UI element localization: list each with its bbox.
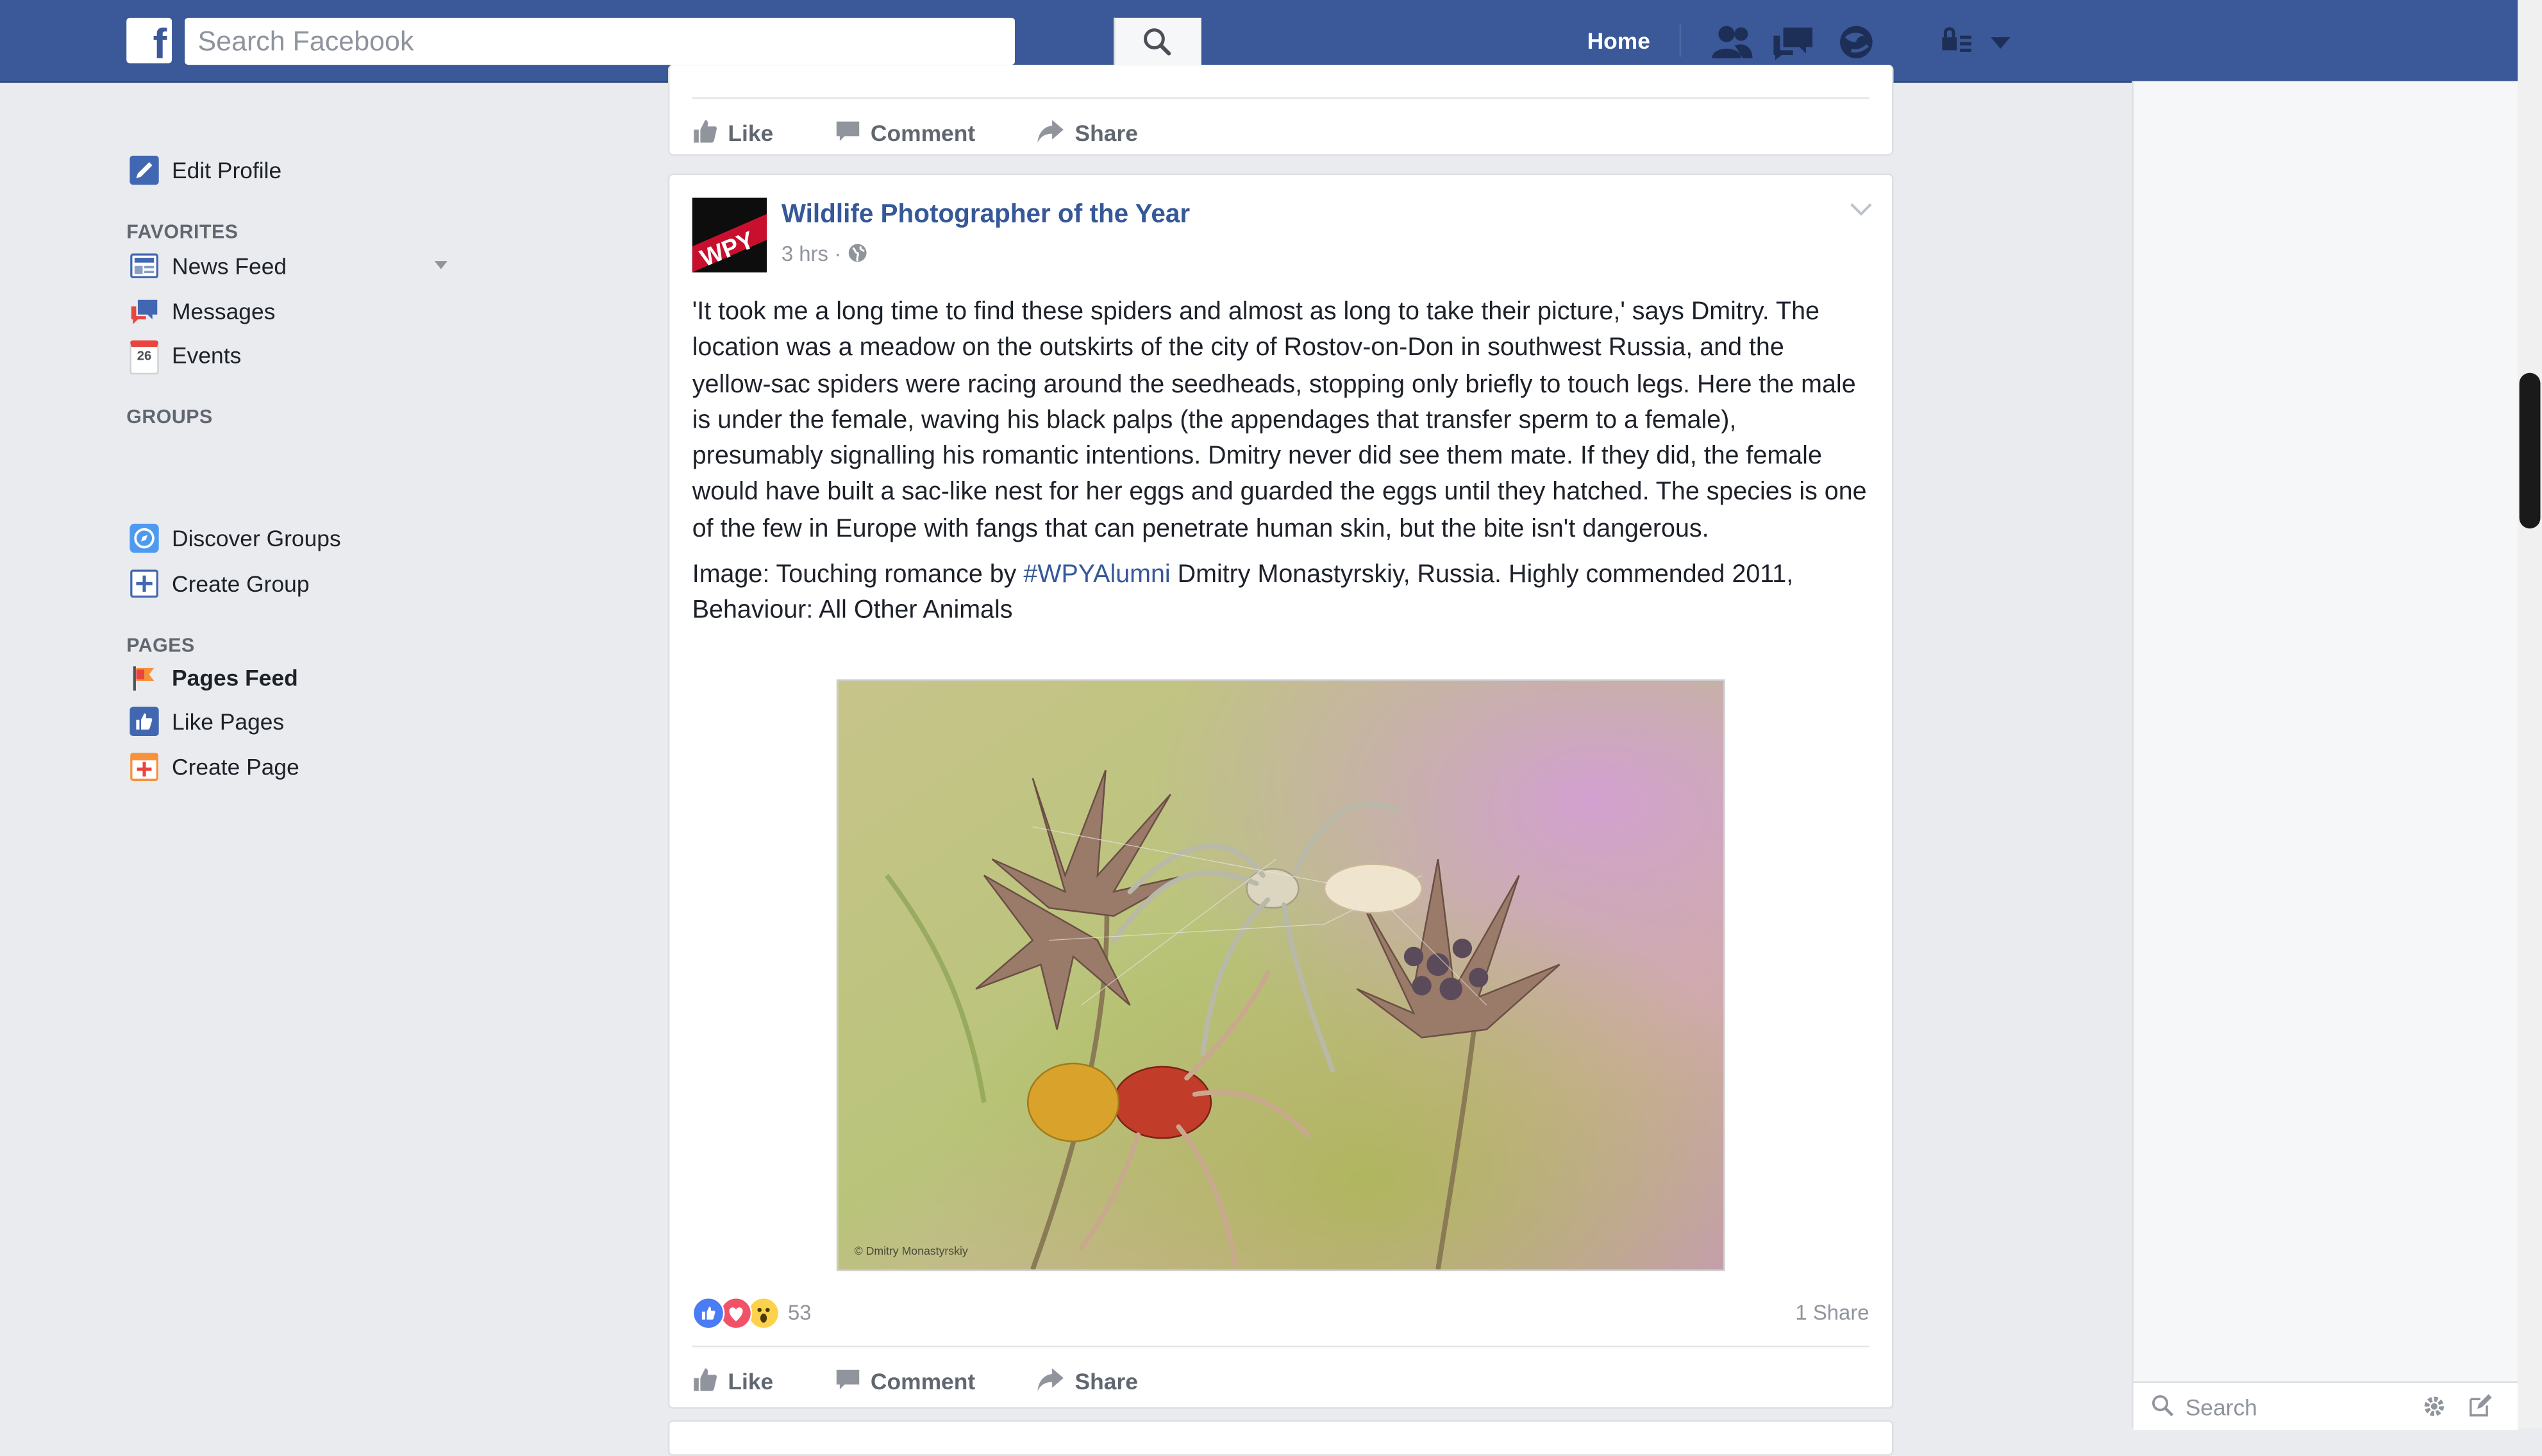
news-feed-icon bbox=[130, 253, 158, 279]
comment-button[interactable]: Comment bbox=[835, 101, 997, 165]
comment-button[interactable]: Comment bbox=[835, 1349, 997, 1414]
chat-search-input[interactable] bbox=[2182, 1389, 2400, 1425]
groups-header: GROUPS bbox=[126, 405, 213, 428]
like-label: Like bbox=[728, 120, 774, 146]
friend-requests-icon[interactable] bbox=[1709, 22, 1754, 62]
post-photo[interactable]: © Dmitry Monastyrskiy bbox=[836, 679, 1725, 1271]
calendar-day: 26 bbox=[137, 348, 152, 364]
divider bbox=[692, 97, 1869, 99]
like-label: Like bbox=[728, 1368, 774, 1394]
plus-icon bbox=[130, 569, 158, 598]
sidebar-item-messages[interactable]: Messages bbox=[126, 294, 458, 330]
flag-icon bbox=[133, 666, 155, 691]
news-feed-options-caret[interactable] bbox=[434, 261, 447, 269]
post-actions-bar: Like Comment Share bbox=[692, 1349, 1869, 1414]
search-icon bbox=[1143, 28, 1171, 56]
scrollbar-thumb[interactable] bbox=[2519, 372, 2541, 529]
post-text: 'It took me a long time to find these sp… bbox=[692, 295, 1869, 630]
post-card: WPY Wildlife Photographer of the Year 3 … bbox=[667, 173, 1894, 1409]
post-options-chevron-icon[interactable] bbox=[1850, 201, 1872, 217]
thumbs-up-icon bbox=[130, 707, 159, 737]
favorites-header: FAVORITES bbox=[126, 220, 238, 244]
thumbs-up-icon bbox=[694, 120, 717, 143]
post-body-paragraph: 'It took me a long time to find these sp… bbox=[692, 298, 1867, 543]
sidebar-item-label: Discover Groups bbox=[172, 525, 341, 551]
edit-profile-label: Edit Profile bbox=[172, 157, 282, 183]
post-actions-bar: Like Comment Share bbox=[692, 101, 1869, 165]
search-box bbox=[185, 17, 1201, 65]
reaction-count: 53 bbox=[787, 1300, 812, 1325]
sidebar-item-label: Create Group bbox=[172, 571, 310, 597]
sidebar-item-pages-feed[interactable]: Pages Feed bbox=[126, 660, 458, 696]
sidebar-item-label: Messages bbox=[172, 298, 276, 324]
post-meta: 3 hrs · bbox=[782, 242, 867, 266]
share-count-link[interactable]: 1 Share bbox=[1795, 1300, 1869, 1325]
privacy-shortcuts-icon[interactable] bbox=[1939, 22, 1984, 62]
comment-label: Comment bbox=[870, 1368, 976, 1394]
wpy-logo: WPY bbox=[692, 197, 767, 272]
gear-icon[interactable] bbox=[2422, 1394, 2446, 1419]
calendar-icon: 26 bbox=[130, 340, 159, 375]
search-icon bbox=[2152, 1395, 2174, 1417]
notifications-icon[interactable] bbox=[1835, 22, 1880, 62]
spider-photo-image: © Dmitry Monastyrskiy bbox=[838, 681, 1724, 1269]
like-reaction-icon bbox=[692, 1296, 725, 1330]
edit-profile-link[interactable]: Edit Profile bbox=[126, 153, 458, 188]
previous-post-card: Like Comment Share bbox=[667, 65, 1894, 156]
messages-icon[interactable] bbox=[1770, 22, 1816, 62]
compose-icon[interactable] bbox=[2468, 1393, 2493, 1418]
create-page-icon bbox=[130, 753, 158, 781]
search-button[interactable] bbox=[1114, 17, 1201, 65]
hashtag-link[interactable]: #WPYAlumni bbox=[1023, 561, 1170, 589]
share-icon bbox=[1037, 120, 1064, 143]
divider bbox=[692, 1345, 1869, 1348]
sidebar-item-events[interactable]: 26 Events bbox=[126, 337, 458, 375]
sidebar-item-like-pages[interactable]: Like Pages bbox=[126, 703, 458, 739]
compass-icon bbox=[130, 523, 159, 553]
page-avatar[interactable]: WPY bbox=[692, 197, 767, 272]
thumbs-up-icon bbox=[694, 1368, 717, 1391]
share-button[interactable]: Share bbox=[1036, 101, 1166, 165]
share-icon bbox=[1037, 1368, 1064, 1391]
messages-icon bbox=[131, 299, 158, 324]
sidebar-item-create-page[interactable]: Create Page bbox=[126, 749, 458, 785]
chat-search-bar bbox=[2133, 1381, 2518, 1430]
comment-icon bbox=[836, 1369, 860, 1390]
meta-separator: · bbox=[834, 241, 842, 266]
topbar-divider bbox=[1679, 24, 1682, 57]
photo-credit: © Dmitry Monastyrskiy bbox=[855, 1244, 968, 1257]
next-post-card bbox=[667, 1420, 1894, 1456]
pages-header: PAGES bbox=[126, 633, 195, 657]
comment-label: Comment bbox=[870, 120, 976, 146]
comment-icon bbox=[836, 121, 860, 141]
sidebar-item-label: News Feed bbox=[172, 253, 287, 279]
sidebar-item-label: Events bbox=[172, 342, 242, 369]
page-scrollbar[interactable] bbox=[2518, 0, 2542, 1428]
like-button[interactable]: Like bbox=[692, 101, 790, 165]
sidebar-item-label: Create Page bbox=[172, 753, 299, 780]
pencil-icon bbox=[130, 155, 159, 185]
facebook-logo[interactable]: f bbox=[126, 17, 172, 63]
home-link[interactable]: Home bbox=[1587, 28, 1650, 53]
sidebar-item-discover-groups[interactable]: Discover Groups bbox=[126, 521, 458, 556]
globe-icon[interactable] bbox=[847, 243, 866, 262]
right-sidebar bbox=[2132, 81, 2520, 1428]
share-label: Share bbox=[1074, 120, 1138, 146]
share-label: Share bbox=[1074, 1368, 1138, 1394]
share-button[interactable]: Share bbox=[1036, 1349, 1166, 1414]
sidebar-item-label: Like Pages bbox=[172, 708, 285, 735]
like-button[interactable]: Like bbox=[692, 1349, 790, 1414]
sidebar-item-label: Pages Feed bbox=[172, 664, 298, 691]
post-timestamp[interactable]: 3 hrs bbox=[782, 242, 828, 266]
search-input[interactable] bbox=[185, 17, 950, 65]
caption-before: Image: Touching romance by bbox=[692, 561, 1024, 589]
page-name-link[interactable]: Wildlife Photographer of the Year bbox=[782, 201, 1190, 231]
sidebar-item-create-group[interactable]: Create Group bbox=[126, 566, 458, 602]
sidebar-item-news-feed[interactable]: News Feed bbox=[126, 248, 458, 284]
post-caption: Image: Touching romance by #WPYAlumni Dm… bbox=[692, 558, 1869, 630]
account-menu-icon[interactable] bbox=[1987, 22, 2013, 62]
